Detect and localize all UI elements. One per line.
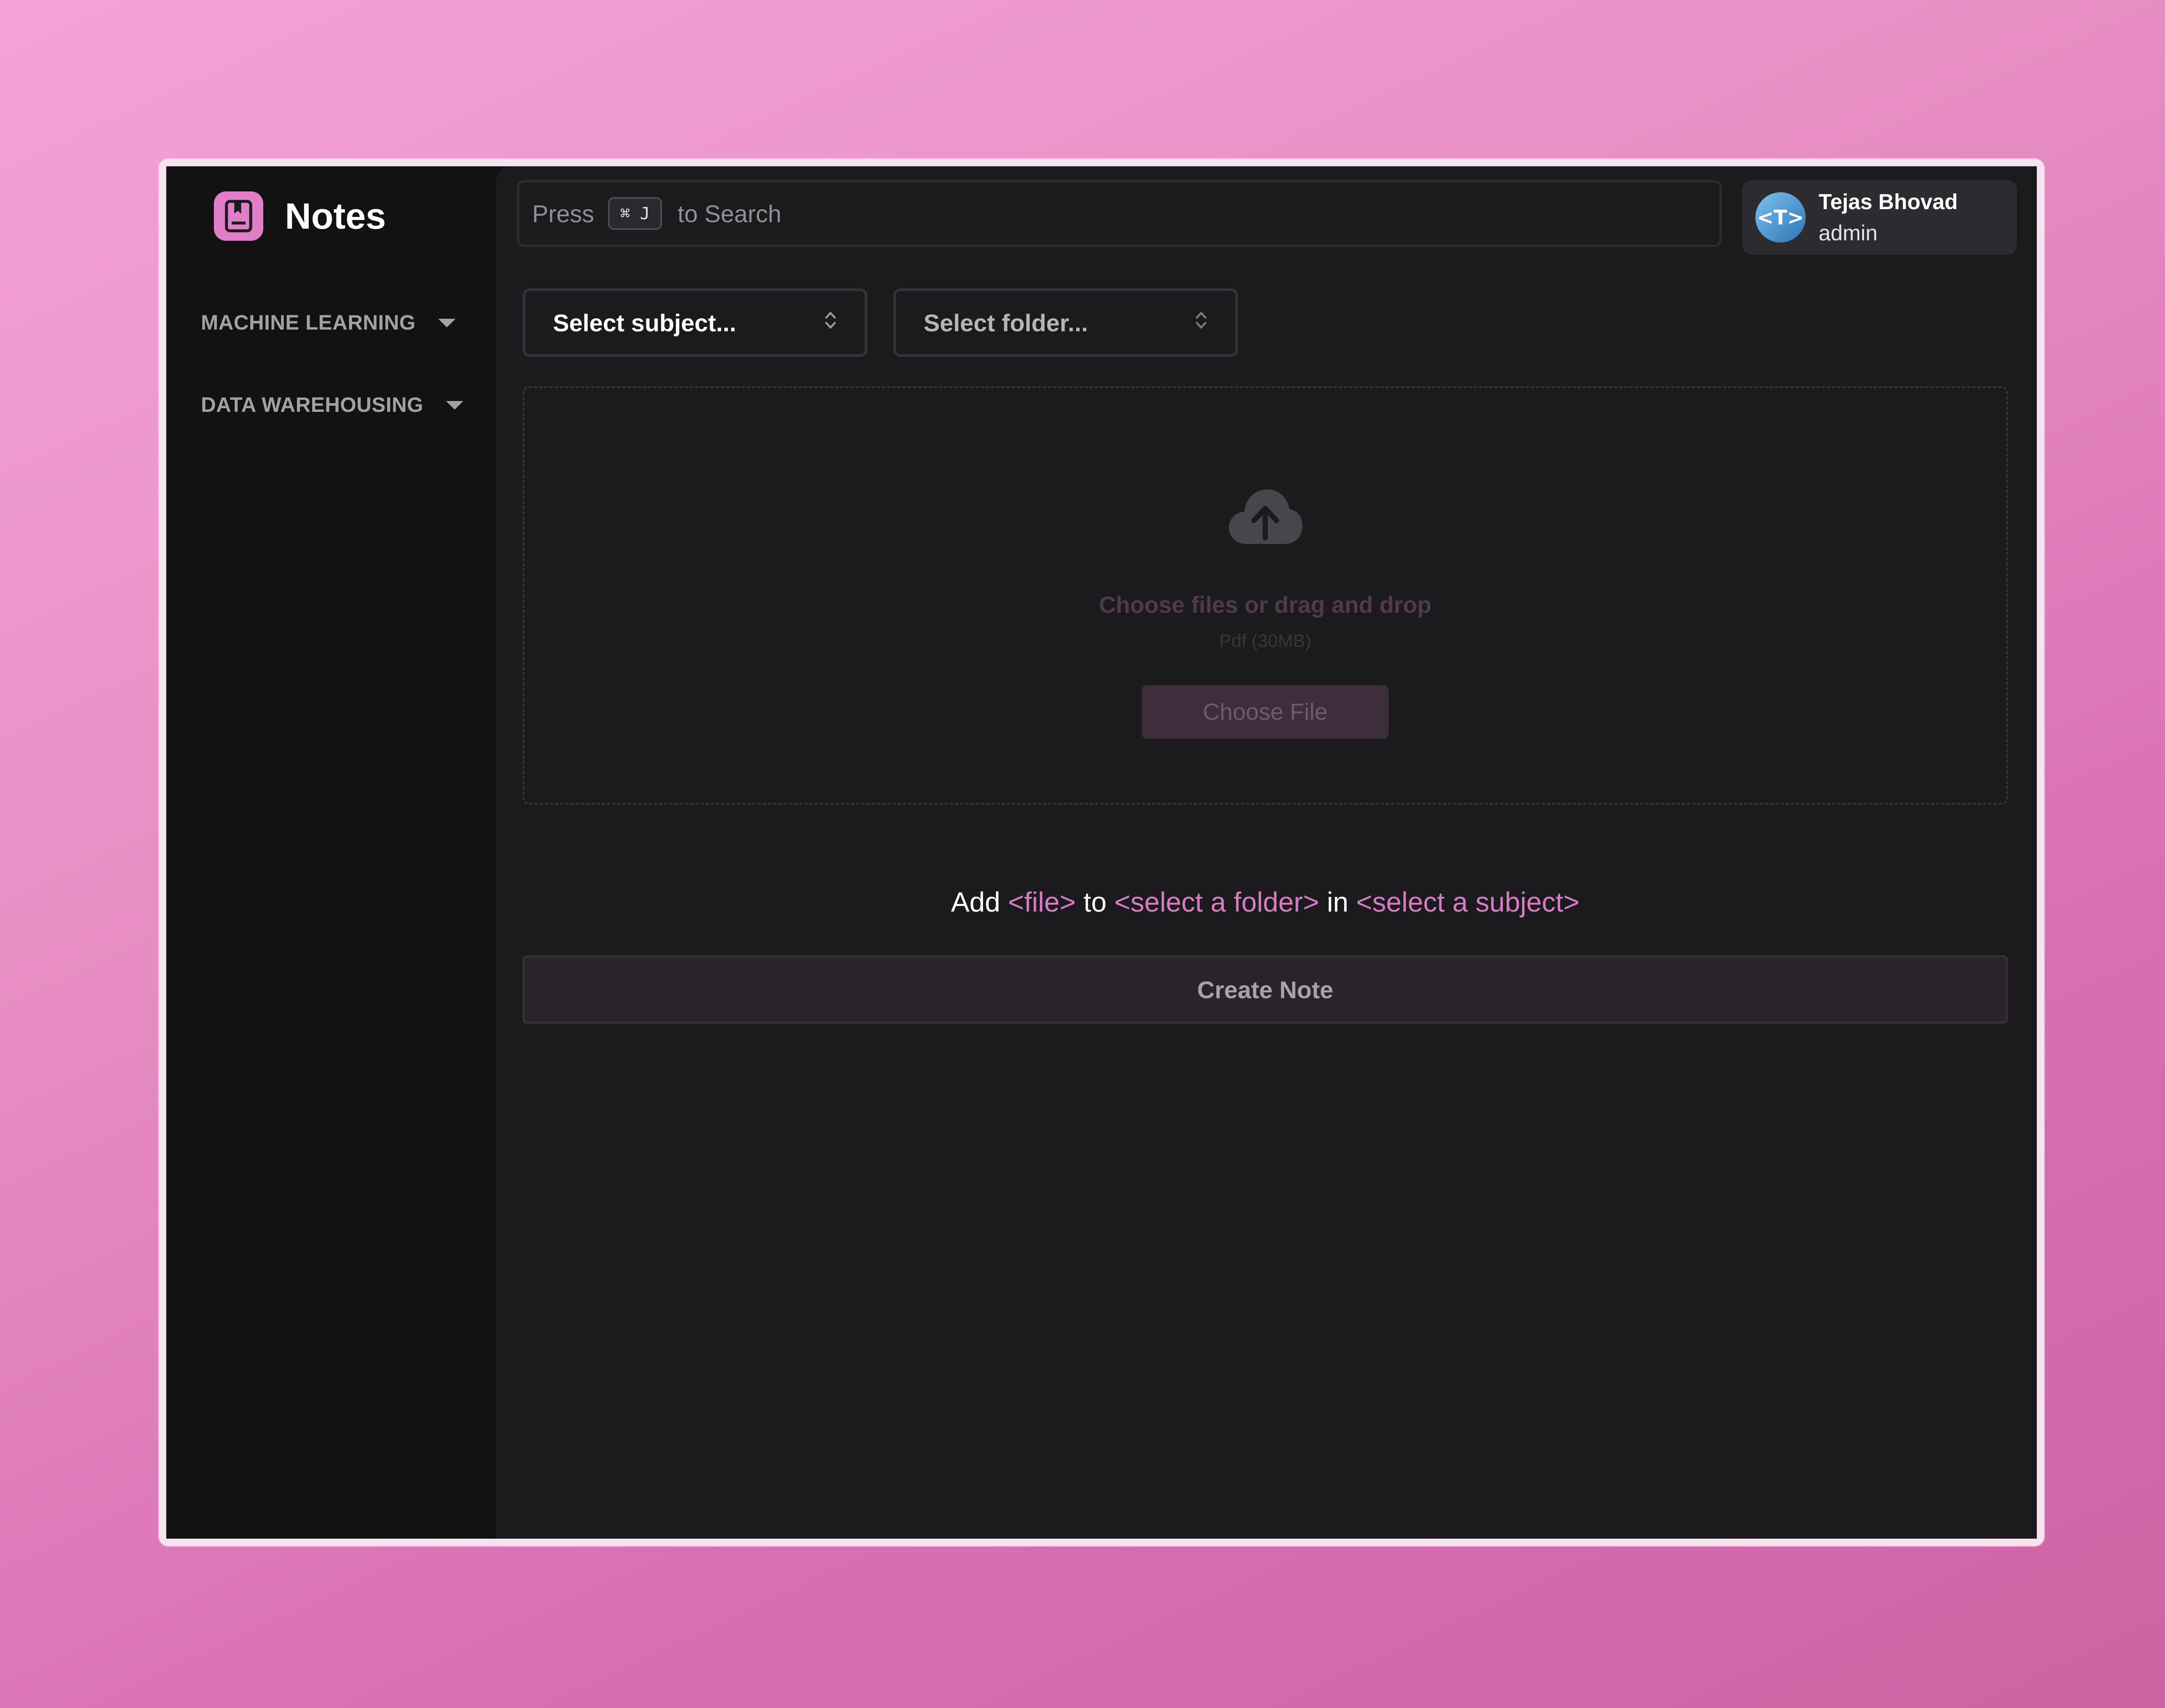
sidebar: Notes MACHINE LEARNING DATA WAREHOUSING [166, 166, 496, 1539]
summary-folder: <select a folder> [1114, 886, 1319, 918]
folder-select[interactable]: Select folder... [893, 288, 1238, 357]
shortcut-key: ⌘ J [608, 197, 662, 230]
user-name: Tejas Bhovad [1819, 189, 1958, 214]
summary-in: in [1327, 886, 1349, 918]
sidebar-group-data-warehousing[interactable]: DATA WAREHOUSING [201, 393, 463, 417]
cloud-upload-icon [1227, 487, 1303, 548]
chevron-up-down-icon [824, 309, 837, 337]
dropzone-hint: Pdf (30MB) [1219, 631, 1312, 651]
chevron-up-down-icon [1195, 309, 1208, 337]
summary-file: <file> [1008, 886, 1076, 918]
choose-file-button[interactable]: Choose File [1142, 685, 1389, 739]
search-prefix: Press [532, 200, 595, 227]
folder-select-value: Select folder... [924, 309, 1088, 336]
create-note-button[interactable]: Create Note [523, 955, 2008, 1024]
app-window-frame: Notes MACHINE LEARNING DATA WAREHOUSING … [159, 159, 2044, 1546]
sidebar-group-machine-learning[interactable]: MACHINE LEARNING [201, 311, 456, 335]
caret-down-icon [446, 401, 463, 410]
app-title: Notes [285, 195, 386, 236]
sidebar-group-label: DATA WAREHOUSING [201, 394, 423, 417]
summary-subject: <select a subject> [1356, 886, 1580, 918]
note-summary: Add <file> to <select a folder> in <sele… [523, 886, 2008, 918]
file-dropzone[interactable]: Choose files or drag and drop Pdf (30MB)… [523, 386, 2008, 805]
main-panel: Press ⌘ J to Search <T> Tejas Bhovad adm… [496, 166, 2037, 1539]
subject-select-value: Select subject... [553, 309, 737, 336]
search-suffix: to Search [677, 200, 782, 227]
user-role: admin [1819, 221, 1878, 245]
caret-down-icon [438, 318, 456, 327]
summary-add: Add [951, 886, 1001, 918]
notebook-icon [214, 191, 263, 241]
brand[interactable]: Notes [214, 191, 386, 241]
app-window: Notes MACHINE LEARNING DATA WAREHOUSING … [166, 166, 2037, 1539]
summary-to: to [1083, 886, 1107, 918]
dropzone-title: Choose files or drag and drop [1099, 592, 1432, 618]
user-info: Tejas Bhovad admin [1819, 186, 1958, 249]
user-menu[interactable]: <T> Tejas Bhovad admin [1742, 180, 2017, 255]
avatar: <T> [1755, 192, 1806, 243]
subject-select[interactable]: Select subject... [523, 288, 867, 357]
sidebar-group-label: MACHINE LEARNING [201, 311, 416, 334]
search-bar[interactable]: Press ⌘ J to Search [517, 180, 1722, 247]
